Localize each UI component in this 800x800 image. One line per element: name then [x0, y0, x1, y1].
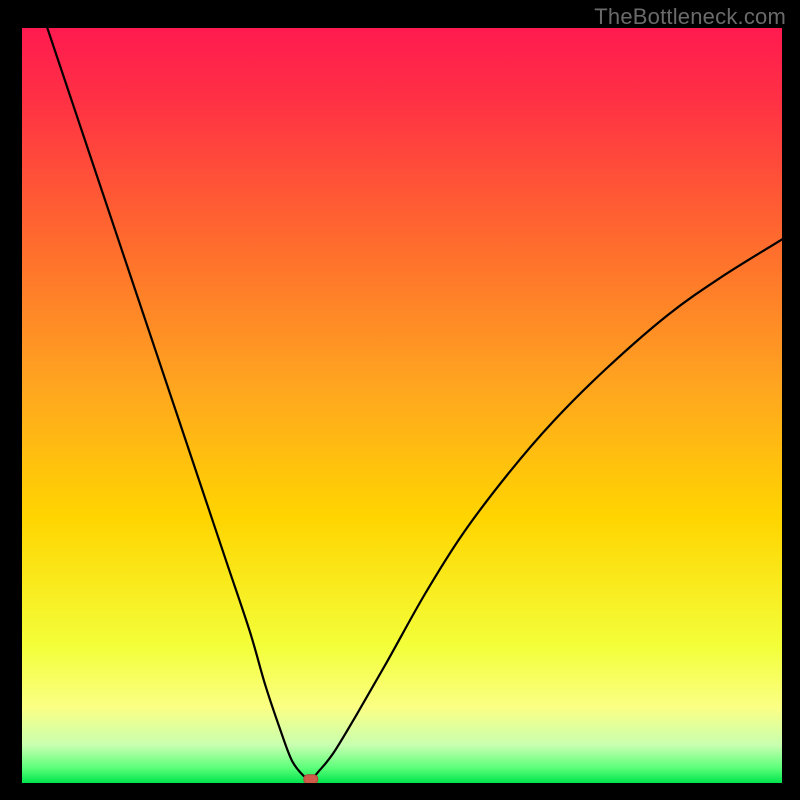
chart-svg: [22, 28, 782, 783]
chart-background-gradient: [22, 28, 782, 783]
optimum-marker: [304, 775, 318, 783]
watermark-text: TheBottleneck.com: [594, 4, 786, 30]
chart-plot-area: [22, 28, 782, 783]
